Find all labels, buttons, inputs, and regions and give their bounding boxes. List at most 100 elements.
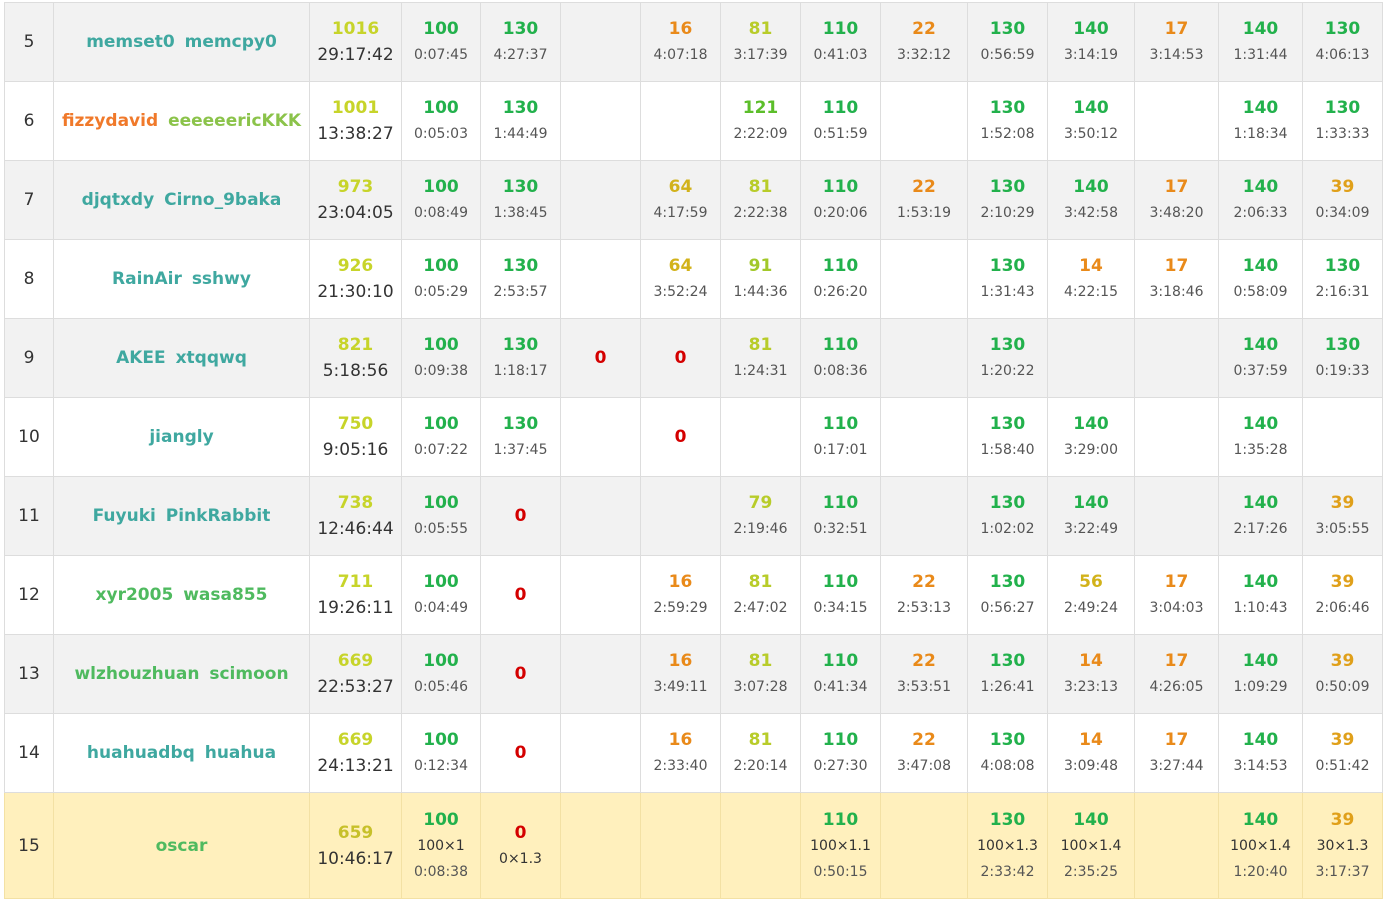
- username-link[interactable]: jiangly: [149, 427, 213, 447]
- problem-cell[interactable]: 79 2:19:46: [720, 476, 801, 556]
- problem-cell[interactable]: 16 3:49:11: [640, 634, 721, 714]
- problem-cell[interactable]: 130 1:37:45: [480, 397, 561, 477]
- problem-cell[interactable]: 140 2:06:33: [1218, 160, 1303, 240]
- problem-cell[interactable]: 140 1:35:28: [1218, 397, 1303, 477]
- problem-cell[interactable]: 130 1:26:41: [967, 634, 1048, 714]
- problem-cell[interactable]: 140 1:31:44: [1218, 2, 1303, 82]
- problem-cell[interactable]: 130 0:19:33: [1302, 318, 1383, 398]
- problem-cell[interactable]: 100 100×1 0:08:38: [401, 792, 481, 899]
- problem-cell[interactable]: 130 4:08:08: [967, 713, 1048, 793]
- problem-cell[interactable]: 130 2:53:57: [480, 239, 561, 319]
- username-link[interactable]: Cirno_9baka: [164, 190, 281, 210]
- problem-cell[interactable]: 0: [480, 713, 561, 793]
- problem-cell[interactable]: 140 0:58:09: [1218, 239, 1303, 319]
- problem-cell[interactable]: 140 100×1.4 2:35:25: [1047, 792, 1135, 899]
- problem-cell[interactable]: 16 4:07:18: [640, 2, 721, 82]
- problem-cell[interactable]: 130 1:58:40: [967, 397, 1048, 477]
- problem-cell[interactable]: 22 3:53:51: [880, 634, 968, 714]
- problem-cell[interactable]: 140 100×1.4 1:20:40: [1218, 792, 1303, 899]
- username-link[interactable]: djqtxdy: [82, 190, 155, 210]
- problem-cell[interactable]: 81 2:47:02: [720, 555, 801, 635]
- username-link[interactable]: wasa855: [183, 585, 267, 605]
- problem-cell[interactable]: 121 2:22:09: [720, 81, 801, 161]
- problem-cell[interactable]: 130 1:31:43: [967, 239, 1048, 319]
- username-link[interactable]: xyr2005: [96, 585, 174, 605]
- problem-cell[interactable]: 140 0:37:59: [1218, 318, 1303, 398]
- problem-cell[interactable]: 81 2:22:38: [720, 160, 801, 240]
- problem-cell[interactable]: 17 3:04:03: [1134, 555, 1219, 635]
- username-link[interactable]: wlzhouzhuan: [74, 664, 199, 684]
- problem-cell[interactable]: 22 1:53:19: [880, 160, 968, 240]
- username-link[interactable]: AKEE: [116, 348, 166, 368]
- problem-cell[interactable]: 0: [640, 397, 721, 477]
- problem-cell[interactable]: 100 0:07:45: [401, 2, 481, 82]
- problem-cell[interactable]: 130 2:10:29: [967, 160, 1048, 240]
- problem-cell[interactable]: 110 0:20:06: [800, 160, 881, 240]
- problem-cell[interactable]: 110 0:51:59: [800, 81, 881, 161]
- problem-cell[interactable]: 140 2:17:26: [1218, 476, 1303, 556]
- problem-cell[interactable]: 100 0:07:22: [401, 397, 481, 477]
- problem-cell[interactable]: 16 2:33:40: [640, 713, 721, 793]
- problem-cell[interactable]: 22 3:32:12: [880, 2, 968, 82]
- problem-cell[interactable]: 130 1:52:08: [967, 81, 1048, 161]
- problem-cell[interactable]: 140 3:22:49: [1047, 476, 1135, 556]
- username-link[interactable]: memset0: [86, 32, 175, 52]
- problem-cell[interactable]: 130 0:56:27: [967, 555, 1048, 635]
- username-link[interactable]: RainAir: [112, 269, 182, 289]
- problem-cell[interactable]: 0: [560, 318, 641, 398]
- problem-cell[interactable]: 130 1:33:33: [1302, 81, 1383, 161]
- username-link[interactable]: fizzydavid: [62, 111, 158, 131]
- problem-cell[interactable]: 39 2:06:46: [1302, 555, 1383, 635]
- problem-cell[interactable]: 130 1:02:02: [967, 476, 1048, 556]
- username-link[interactable]: huahua: [205, 743, 276, 763]
- problem-cell[interactable]: 22 2:53:13: [880, 555, 968, 635]
- problem-cell[interactable]: 64 4:17:59: [640, 160, 721, 240]
- problem-cell[interactable]: 81 1:24:31: [720, 318, 801, 398]
- problem-cell[interactable]: 17 4:26:05: [1134, 634, 1219, 714]
- username-link[interactable]: memcpy0: [185, 32, 277, 52]
- username-link[interactable]: scimoon: [209, 664, 288, 684]
- problem-cell[interactable]: 100 0:09:38: [401, 318, 481, 398]
- problem-cell[interactable]: 17 3:14:53: [1134, 2, 1219, 82]
- problem-cell[interactable]: 110 0:08:36: [800, 318, 881, 398]
- problem-cell[interactable]: 110 0:27:30: [800, 713, 881, 793]
- problem-cell[interactable]: 81 3:07:28: [720, 634, 801, 714]
- problem-cell[interactable]: 17 3:18:46: [1134, 239, 1219, 319]
- problem-cell[interactable]: 81 2:20:14: [720, 713, 801, 793]
- problem-cell[interactable]: 110 0:26:20: [800, 239, 881, 319]
- problem-cell[interactable]: 81 3:17:39: [720, 2, 801, 82]
- problem-cell[interactable]: 130 2:16:31: [1302, 239, 1383, 319]
- problem-cell[interactable]: 100 0:05:29: [401, 239, 481, 319]
- problem-cell[interactable]: 110 0:32:51: [800, 476, 881, 556]
- problem-cell[interactable]: 110 0:17:01: [800, 397, 881, 477]
- problem-cell[interactable]: 0: [640, 318, 721, 398]
- problem-cell[interactable]: 39 30×1.3 3:17:37: [1302, 792, 1383, 899]
- problem-cell[interactable]: 14 4:22:15: [1047, 239, 1135, 319]
- problem-cell[interactable]: 130 4:06:13: [1302, 2, 1383, 82]
- problem-cell[interactable]: 100 0:04:49: [401, 555, 481, 635]
- problem-cell[interactable]: 140 3:14:19: [1047, 2, 1135, 82]
- problem-cell[interactable]: 16 2:59:29: [640, 555, 721, 635]
- problem-cell[interactable]: 0 0×1.3: [480, 792, 561, 899]
- problem-cell[interactable]: 130 1:38:45: [480, 160, 561, 240]
- problem-cell[interactable]: 130 100×1.3 2:33:42: [967, 792, 1048, 899]
- problem-cell[interactable]: 17 3:48:20: [1134, 160, 1219, 240]
- problem-cell[interactable]: 39 0:50:09: [1302, 634, 1383, 714]
- problem-cell[interactable]: 140 1:09:29: [1218, 634, 1303, 714]
- problem-cell[interactable]: 110 0:41:03: [800, 2, 881, 82]
- problem-cell[interactable]: 100 0:05:55: [401, 476, 481, 556]
- problem-cell[interactable]: 0: [480, 476, 561, 556]
- problem-cell[interactable]: 140 3:50:12: [1047, 81, 1135, 161]
- problem-cell[interactable]: 130 1:18:17: [480, 318, 561, 398]
- problem-cell[interactable]: 110 0:34:15: [800, 555, 881, 635]
- problem-cell[interactable]: 64 3:52:24: [640, 239, 721, 319]
- username-link[interactable]: Fuyuki: [93, 506, 156, 526]
- problem-cell[interactable]: 140 3:42:58: [1047, 160, 1135, 240]
- problem-cell[interactable]: 110 100×1.1 0:50:15: [800, 792, 881, 899]
- username-link[interactable]: sshwy: [192, 269, 251, 289]
- problem-cell[interactable]: 17 3:27:44: [1134, 713, 1219, 793]
- username-link[interactable]: xtqqwq: [176, 348, 247, 368]
- problem-cell[interactable]: 39 3:05:55: [1302, 476, 1383, 556]
- problem-cell[interactable]: 100 0:05:46: [401, 634, 481, 714]
- problem-cell[interactable]: 140 1:18:34: [1218, 81, 1303, 161]
